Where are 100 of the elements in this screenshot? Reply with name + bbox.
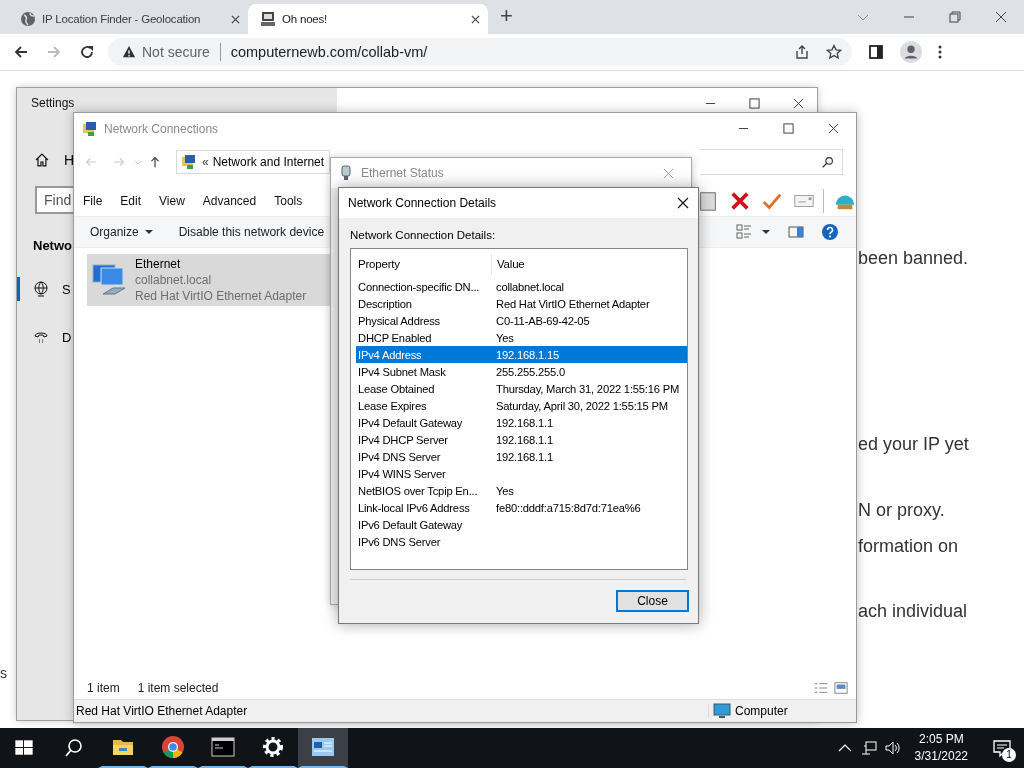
window-title: Network Connections — [104, 121, 219, 136]
menu-item[interactable]: Advanced — [202, 194, 257, 208]
maximize-icon[interactable] — [783, 123, 794, 134]
list-row[interactable]: IPv4 Subnet Mask 255.255.255.0 — [356, 363, 687, 380]
close-icon[interactable] — [231, 14, 240, 24]
page-text: been banned. — [858, 248, 969, 269]
list-row[interactable]: IPv4 WINS Server — [356, 465, 687, 482]
list-row[interactable]: IPv6 DNS Server — [356, 533, 687, 550]
menu-item[interactable]: Edit — [120, 194, 142, 208]
selection-count: 1 item selected — [137, 681, 219, 695]
property-cell-text: NetBIOS over Tcpip En... — [357, 484, 479, 497]
address-bar[interactable]: Not secure computernewb.com/collab-vm/ — [108, 38, 852, 66]
value-cell-text: 192.168.1.1 — [495, 450, 553, 463]
network-window-icon — [311, 735, 335, 759]
window-title: Settings — [31, 96, 75, 110]
terminal-icon — [211, 735, 235, 759]
share-icon[interactable] — [794, 44, 810, 60]
list-row[interactable]: IPv6 Default Gateway — [356, 516, 687, 533]
command-button[interactable]: Disable this network device — [172, 221, 331, 243]
url-text: computernewb.com/collab-vm/ — [230, 44, 428, 60]
list-row[interactable]: DHCP Enabled Yes — [356, 329, 687, 346]
volume-icon[interactable] — [884, 740, 901, 756]
close-icon[interactable] — [677, 197, 689, 209]
tiles-view-icon[interactable] — [834, 681, 848, 695]
location-text: Computer — [735, 704, 788, 718]
notification-icon[interactable] — [992, 738, 1012, 758]
adapter-network: collabnet.local — [135, 272, 213, 288]
up-icon[interactable] — [148, 155, 162, 169]
back-icon[interactable] — [13, 44, 29, 60]
network-icon[interactable] — [860, 740, 877, 756]
page-text: s — [0, 665, 7, 681]
list-row[interactable]: Lease Expires Saturday, April 30, 2022 1:55:15 PM — [356, 397, 687, 414]
property-cell-text: DHCP Enabled — [357, 331, 433, 344]
new-tab-button[interactable]: + — [500, 3, 513, 31]
value-cell-text: Red Hat VirtIO Ethernet Adapter — [495, 297, 650, 310]
network-folder-icon — [181, 154, 197, 170]
close-icon[interactable] — [828, 123, 839, 134]
organize-button[interactable]: Organize — [84, 221, 159, 243]
maximize-icon[interactable] — [749, 97, 760, 109]
list-label: Network Connection Details: — [350, 229, 497, 243]
star-icon[interactable] — [826, 44, 842, 60]
phone-icon — [33, 329, 49, 345]
list-row[interactable]: IPv4 Address 192.168.1.15 — [356, 346, 687, 363]
menu-item[interactable]: Tools — [274, 194, 303, 208]
browser-tab[interactable]: Oh noes! — [248, 4, 488, 34]
network-adapter-icon — [91, 262, 127, 298]
browser-tab[interactable]: IP Location Finder - Geolocation — [8, 4, 248, 34]
help-icon[interactable] — [822, 224, 838, 240]
page-text: ed your IP yet — [858, 434, 969, 455]
property-cell-text: IPv4 Address — [357, 348, 423, 361]
gear-icon — [261, 735, 285, 759]
list-row[interactable]: NetBIOS over Tcpip En... Yes — [356, 482, 687, 499]
property-cell-text: Lease Expires — [357, 399, 428, 412]
value-cell-text: collabnet.local — [495, 280, 564, 293]
column-header[interactable]: Value — [491, 253, 525, 275]
restore-icon[interactable] — [949, 11, 961, 23]
caret-icon — [144, 228, 153, 236]
value-cell-text: 192.168.1.1 — [495, 433, 553, 446]
nav-item[interactable]: D — [17, 325, 73, 349]
caret-icon[interactable] — [762, 228, 770, 236]
property-cell-text: IPv4 DHCP Server — [357, 433, 449, 446]
list-row[interactable]: Lease Obtained Thursday, March 31, 2022 1:55:16 PM — [356, 380, 687, 397]
list-row[interactable]: IPv4 DNS Server 192.168.1.1 — [356, 448, 687, 465]
address-bar[interactable]: « Network and Internet — [176, 150, 330, 174]
value-cell-text: Saturday, April 30, 2022 1:55:15 PM — [495, 399, 668, 412]
profile-avatar-icon[interactable] — [900, 41, 922, 63]
property-cell-text: IPv4 Subnet Mask — [357, 365, 447, 378]
search-field[interactable]: Find — [35, 186, 74, 214]
menu-item[interactable]: File — [83, 194, 103, 208]
reload-icon[interactable] — [79, 44, 95, 60]
property-cell-text: Link-local IPv6 Address — [357, 501, 471, 514]
warning-icon — [122, 45, 136, 59]
close-icon[interactable] — [995, 11, 1007, 23]
property-cell-text: IPv6 Default Gateway — [357, 518, 464, 531]
close-button[interactable]: Close — [616, 590, 689, 612]
view-options-icon[interactable] — [736, 224, 752, 240]
property-cell-text: IPv4 DNS Server — [357, 450, 442, 463]
list-row[interactable]: IPv4 DHCP Server 192.168.1.1 — [356, 431, 687, 448]
value-cell-text: 255.255.255.0 — [495, 365, 565, 378]
list-row[interactable]: IPv4 Default Gateway 192.168.1.1 — [356, 414, 687, 431]
close-icon[interactable] — [471, 14, 480, 24]
close-icon[interactable] — [793, 97, 804, 109]
list-row[interactable]: Physical Address C0-11-AB-69-42-05 — [356, 312, 687, 329]
plug-icon — [341, 165, 351, 181]
taskbar-app[interactable] — [298, 728, 348, 768]
delete-icon[interactable] — [729, 190, 751, 212]
clock[interactable]: 2:05 PM 3/31/2022 — [908, 731, 980, 765]
monitor-icon — [713, 703, 731, 719]
list-row[interactable]: Link-local IPv6 Address fe80::dddf:a715:8d7d:71ea%6 — [356, 499, 687, 516]
value-cell-text: 192.168.1.15 — [495, 348, 559, 361]
security-label: Not secure — [142, 44, 210, 60]
home-link[interactable]: H — [63, 152, 74, 168]
preview-pane-icon[interactable] — [788, 224, 804, 240]
value-cell-text: Thursday, March 31, 2022 1:55:16 PM — [495, 382, 680, 395]
search-icon — [821, 155, 834, 169]
details-view-icon[interactable] — [814, 681, 828, 695]
side-panel-icon[interactable] — [868, 44, 884, 60]
computer-icon — [260, 11, 276, 27]
menu-item[interactable]: View — [159, 194, 185, 208]
page-text: formation on — [858, 536, 959, 557]
